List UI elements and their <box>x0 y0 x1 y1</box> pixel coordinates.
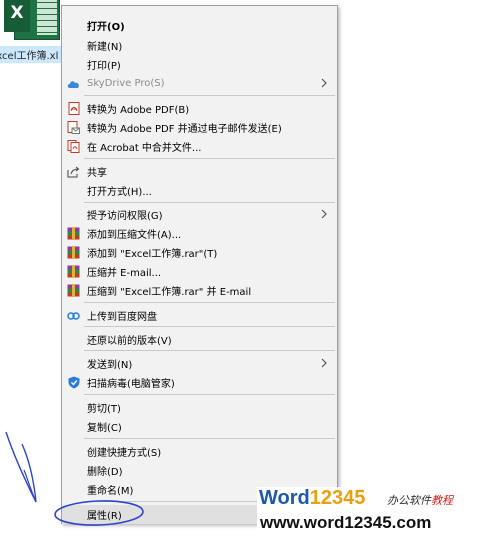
menu-item-new[interactable]: 新建(N) <box>62 36 337 55</box>
watermark-brand: Word12345 <box>259 487 365 510</box>
menu-item-label: 转换为 Adobe PDF 并通过电子邮件发送(E) <box>87 124 282 135</box>
menu-item-label: 创建快捷方式(S) <box>87 448 162 459</box>
pdf-icon <box>67 102 80 115</box>
menu-item-cut[interactable]: 剪切(T) <box>62 398 337 417</box>
baidu-cloud-icon <box>67 309 80 322</box>
menu-item-convert-pdf[interactable]: 转换为 Adobe PDF(B) <box>62 99 337 118</box>
menu-item-add-to-rar[interactable]: 添加到 "Excel工作簿.rar"(T) <box>62 243 337 262</box>
menu-separator <box>84 158 335 159</box>
menu-item-restore-versions[interactable]: 还原以前的版本(V) <box>62 330 337 349</box>
menu-item-label: 还原以前的版本(V) <box>87 336 172 347</box>
context-menu: 打开(O) 新建(N) 打印(P) SkyDrive Pro(S) 转换为 Ad… <box>61 5 338 524</box>
menu-separator <box>84 350 335 351</box>
menu-item-label: 属性(R) <box>87 511 122 522</box>
share-icon <box>67 165 80 178</box>
menu-item-label: 添加到 "Excel工作簿.rar"(T) <box>87 249 218 260</box>
menu-item-open-with[interactable]: 打开方式(H)... <box>62 181 337 200</box>
menu-item-label: 压缩并 E-mail... <box>87 268 162 279</box>
winrar-icon <box>67 284 80 297</box>
menu-item-label: 剪切(T) <box>87 404 121 415</box>
pdf-combine-icon <box>67 140 80 153</box>
menu-separator <box>84 95 335 96</box>
watermark: Word12345 办公软件教程 www.word12345.com <box>257 487 482 537</box>
watermark-brand-nums: 12345 <box>309 487 366 509</box>
menu-item-label: 打开方式(H)... <box>87 187 152 198</box>
menu-item-virus-scan[interactable]: 扫描病毒(电脑管家) <box>62 373 337 392</box>
menu-separator <box>84 394 335 395</box>
excel-file-icon[interactable]: X Excel工作簿.xl <box>0 0 68 64</box>
menu-item-label: 授予访问权限(G) <box>87 211 163 222</box>
menu-item-upload-baidu[interactable]: 上传到百度网盘 <box>62 306 337 325</box>
file-name-label: Excel工作簿.xl <box>0 46 68 63</box>
pdf-mail-icon <box>67 121 80 134</box>
menu-separator <box>84 302 335 303</box>
chevron-right-icon <box>318 208 330 220</box>
watermark-tagline-a: 办公软件 <box>387 494 431 507</box>
menu-item-label: 复制(C) <box>87 423 122 434</box>
menu-item-print[interactable]: 打印(P) <box>62 55 337 74</box>
menu-item-skydrive-pro[interactable]: SkyDrive Pro(S) <box>62 74 337 93</box>
menu-item-compress-rar-email[interactable]: 压缩到 "Excel工作簿.rar" 并 E-mail <box>62 281 337 300</box>
menu-item-label: 共享 <box>87 168 107 179</box>
menu-item-label: 上传到百度网盘 <box>87 312 157 323</box>
watermark-url: www.word12345.com <box>260 513 432 532</box>
winrar-icon <box>67 227 80 240</box>
menu-item-create-shortcut[interactable]: 创建快捷方式(S) <box>62 442 337 461</box>
chevron-right-icon <box>318 357 330 369</box>
menu-item-copy[interactable]: 复制(C) <box>62 417 337 436</box>
menu-item-label: 重命名(M) <box>87 486 134 497</box>
menu-separator <box>84 202 335 203</box>
menu-item-label: SkyDrive Pro(S) <box>87 78 165 89</box>
menu-item-label: 在 Acrobat 中合并文件... <box>87 143 202 154</box>
menu-item-open[interactable]: 打开(O) <box>62 16 337 35</box>
menu-item-label: 转换为 Adobe PDF(B) <box>87 105 190 116</box>
menu-item-compress-email[interactable]: 压缩并 E-mail... <box>62 262 337 281</box>
menu-item-label: 新建(N) <box>87 42 123 53</box>
menu-item-label: 压缩到 "Excel工作簿.rar" 并 E-mail <box>87 287 252 298</box>
winrar-icon <box>67 265 80 278</box>
chevron-right-icon <box>318 77 330 89</box>
menu-item-share[interactable]: 共享 <box>62 162 337 181</box>
menu-item-label: 打印(P) <box>87 61 121 72</box>
menu-item-add-to-archive[interactable]: 添加到压缩文件(A)... <box>62 224 337 243</box>
excel-x-logo: X <box>4 0 30 32</box>
menu-item-label: 扫描病毒(电脑管家) <box>87 379 175 390</box>
watermark-brand-word: Word <box>259 487 310 509</box>
menu-item-acrobat-combine[interactable]: 在 Acrobat 中合并文件... <box>62 137 337 156</box>
menu-item-label: 添加到压缩文件(A)... <box>87 230 182 241</box>
menu-item-label: 删除(D) <box>87 467 123 478</box>
menu-item-label: 发送到(N) <box>87 360 133 371</box>
menu-item-convert-pdf-email[interactable]: 转换为 Adobe PDF 并通过电子邮件发送(E) <box>62 118 337 137</box>
menu-separator <box>84 438 335 439</box>
menu-item-label: 打开(O) <box>87 22 125 33</box>
shield-icon <box>67 376 80 389</box>
cloud-icon <box>67 77 80 90</box>
menu-item-send-to[interactable]: 发送到(N) <box>62 354 337 373</box>
watermark-tagline-b: 教程 <box>431 494 453 507</box>
menu-item-grant-access[interactable]: 授予访问权限(G) <box>62 205 337 224</box>
watermark-tagline: 办公软件教程 <box>387 492 453 508</box>
winrar-icon <box>67 246 80 259</box>
menu-separator <box>84 326 335 327</box>
menu-item-delete[interactable]: 删除(D) <box>62 461 337 480</box>
